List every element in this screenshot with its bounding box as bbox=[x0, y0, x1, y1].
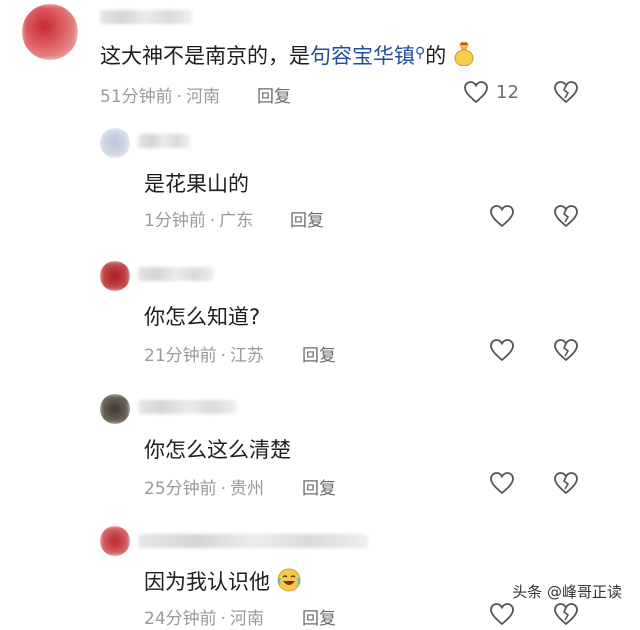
watermark: 头条 @峰哥正读 bbox=[508, 580, 626, 603]
comment-meta: 51分钟前 · 河南 bbox=[100, 87, 221, 107]
heart-outline-icon[interactable] bbox=[463, 80, 489, 104]
broken-heart-icon[interactable] bbox=[553, 204, 579, 228]
reply-button[interactable]: 回复 bbox=[257, 82, 291, 107]
comment-text: 因为我认识他 bbox=[144, 566, 301, 597]
like-count: 12 bbox=[496, 82, 519, 103]
username-blurred[interactable] bbox=[100, 10, 192, 24]
heart-outline-icon[interactable] bbox=[489, 204, 515, 228]
avatar[interactable] bbox=[100, 394, 130, 424]
comment-meta: 25分钟前 · 贵州 bbox=[144, 479, 265, 499]
broken-heart-icon[interactable] bbox=[553, 471, 579, 495]
broken-heart-icon[interactable] bbox=[553, 602, 579, 626]
username-blurred[interactable] bbox=[138, 134, 190, 148]
search-link[interactable]: 句容宝华镇⚲ bbox=[310, 44, 425, 68]
comment-text: 你怎么知道? bbox=[144, 305, 261, 329]
username-blurred[interactable] bbox=[138, 267, 214, 281]
username-blurred[interactable] bbox=[138, 400, 236, 414]
avatar[interactable] bbox=[100, 261, 130, 291]
avatar[interactable] bbox=[100, 128, 130, 158]
reply-button[interactable]: 回复 bbox=[302, 474, 336, 499]
comment-text: 你怎么这么清楚 bbox=[144, 438, 291, 462]
heart-outline-icon[interactable] bbox=[489, 602, 515, 626]
search-icon: ⚲ bbox=[415, 45, 426, 61]
heart-outline-icon[interactable] bbox=[489, 471, 515, 495]
money-bag-emoji bbox=[453, 40, 475, 71]
comment-meta: 21分钟前 · 江苏 bbox=[144, 346, 265, 366]
reply-item: 是花果山的 1分钟前 · 广东 回复 bbox=[0, 120, 640, 235]
comment-text: 是花果山的 bbox=[144, 172, 249, 196]
comment-meta: 1分钟前 · 广东 bbox=[144, 211, 254, 231]
comment-text: 这大神不是南京的，是句容宝华镇⚲的 bbox=[100, 40, 475, 71]
reply-item: 你怎么这么清楚 25分钟前 · 贵州 回复 bbox=[0, 390, 640, 505]
reply-button[interactable]: 回复 bbox=[302, 341, 336, 366]
reply-button[interactable]: 回复 bbox=[290, 206, 324, 231]
laughing-crying-emoji bbox=[277, 568, 301, 597]
reply-item: 你怎么知道? 21分钟前 · 江苏 回复 bbox=[0, 255, 640, 370]
broken-heart-icon[interactable] bbox=[553, 338, 579, 362]
heart-outline-icon[interactable] bbox=[489, 338, 515, 362]
broken-heart-icon[interactable] bbox=[553, 80, 579, 104]
avatar[interactable] bbox=[22, 4, 78, 60]
username-blurred[interactable] bbox=[138, 534, 368, 548]
comment-item: 这大神不是南京的，是句容宝华镇⚲的 51分钟前 · 河南 回复 12 bbox=[0, 0, 640, 115]
avatar[interactable] bbox=[100, 526, 130, 556]
